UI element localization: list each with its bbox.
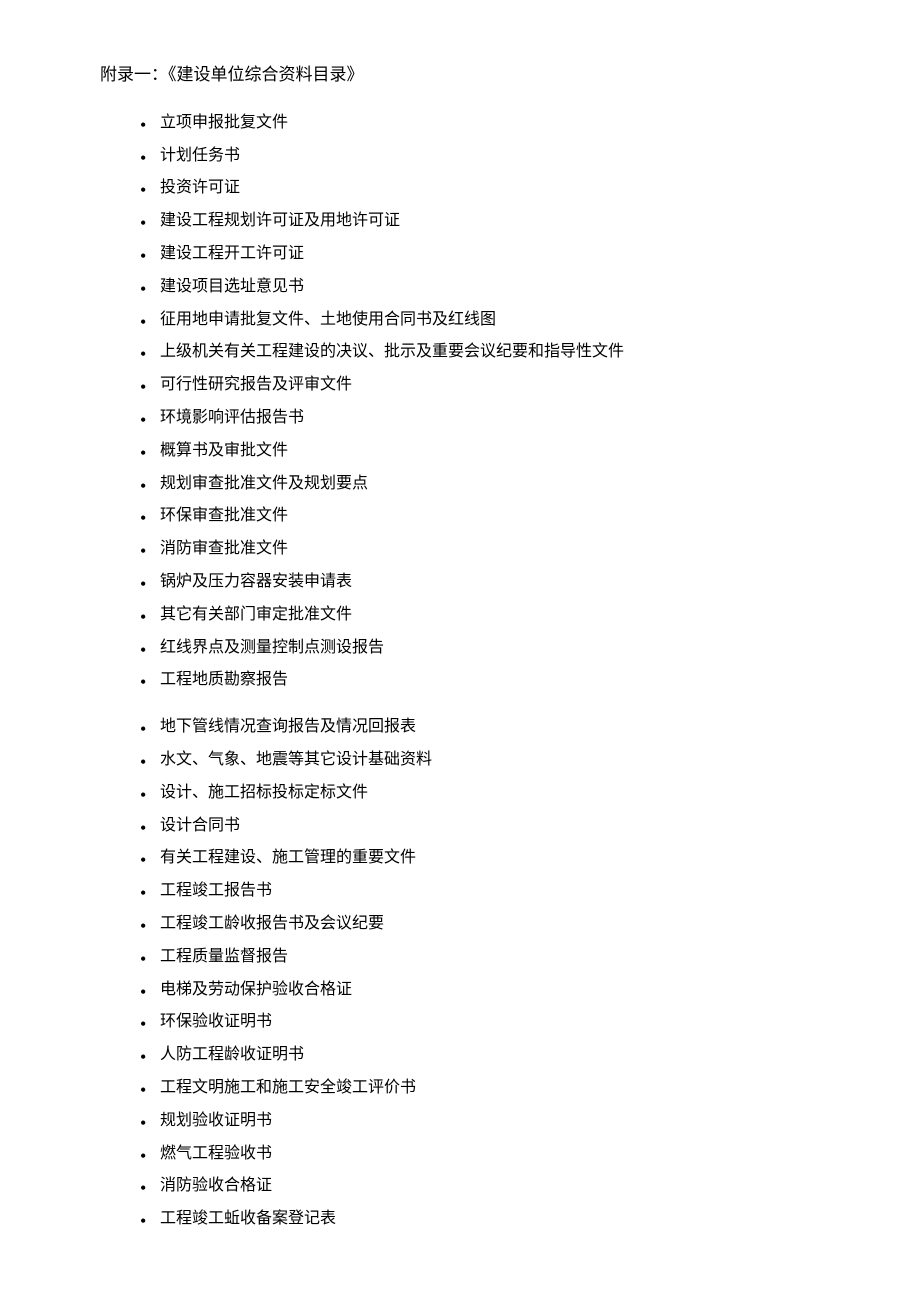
list-item: 设计合同书 [140,812,840,841]
list-item: 工程质量监督报告 [140,943,840,972]
list-item: 上级机关有关工程建设的决议、批示及重要会议纪要和指导性文件 [140,338,840,367]
list-item: 计划任务书 [140,142,840,171]
list-item: 建设工程规划许可证及用地许可证 [140,207,840,236]
list-item: 概算书及审批文件 [140,437,840,466]
list-item: 环保验收证明书 [140,1008,840,1037]
list-item: 燃气工程验收书 [140,1140,840,1169]
appendix-title: 附录一：《建设单位综合资料目录》 [100,65,364,84]
list-item: 立项申报批复文件 [140,109,840,138]
list-item: 消防验收合格证 [140,1172,840,1201]
list-item: 电梯及劳动保护验收合格证 [140,976,840,1005]
appendix-header: 附录一：《建设单位综合资料目录》 [100,60,840,91]
list-item: 建设项目选址意见书 [140,273,840,302]
list-item: 设计、施工招标投标定标文件 [140,779,840,808]
list-item: 工程地质勘察报告 [140,666,840,695]
list-item: 工程竣工报告书 [140,877,840,906]
list-item: 可行性研究报告及评审文件 [140,371,840,400]
list-item: 水文、气象、地震等其它设计基础资料 [140,746,840,775]
list-item: 工程文明施工和施工安全竣工评价书 [140,1074,840,1103]
list-item: 环保审查批准文件 [140,502,840,531]
list-item: 工程竣工蚯收备案登记表 [140,1205,840,1234]
list-item: 其它有关部门审定批准文件 [140,601,840,630]
list-item: 人防工程龄收证明书 [140,1041,840,1070]
list-item: 消防审查批准文件 [140,535,840,564]
list-item: 规划验收证明书 [140,1107,840,1136]
list-item: 工程竣工龄收报告书及会议纪要 [140,910,840,939]
list-item: 红线界点及测量控制点测设报告 [140,634,840,663]
spacer [100,699,840,713]
list-item: 有关工程建设、施工管理的重要文件 [140,844,840,873]
list-item: 锅炉及压力容器安装申请表 [140,568,840,597]
list-item: 征用地申请批复文件、土地使用合同书及红线图 [140,306,840,335]
items-list-group1: 立项申报批复文件计划任务书投资许可证建设工程规划许可证及用地许可证建设工程开工许… [100,109,840,695]
list-item: 地下管线情况查询报告及情况回报表 [140,713,840,742]
list-item: 环境影响评估报告书 [140,404,840,433]
items-list-group2: 地下管线情况查询报告及情况回报表水文、气象、地震等其它设计基础资料设计、施工招标… [100,713,840,1234]
list-item: 投资许可证 [140,174,840,203]
list-item: 建设工程开工许可证 [140,240,840,269]
list-item: 规划审查批准文件及规划要点 [140,470,840,499]
